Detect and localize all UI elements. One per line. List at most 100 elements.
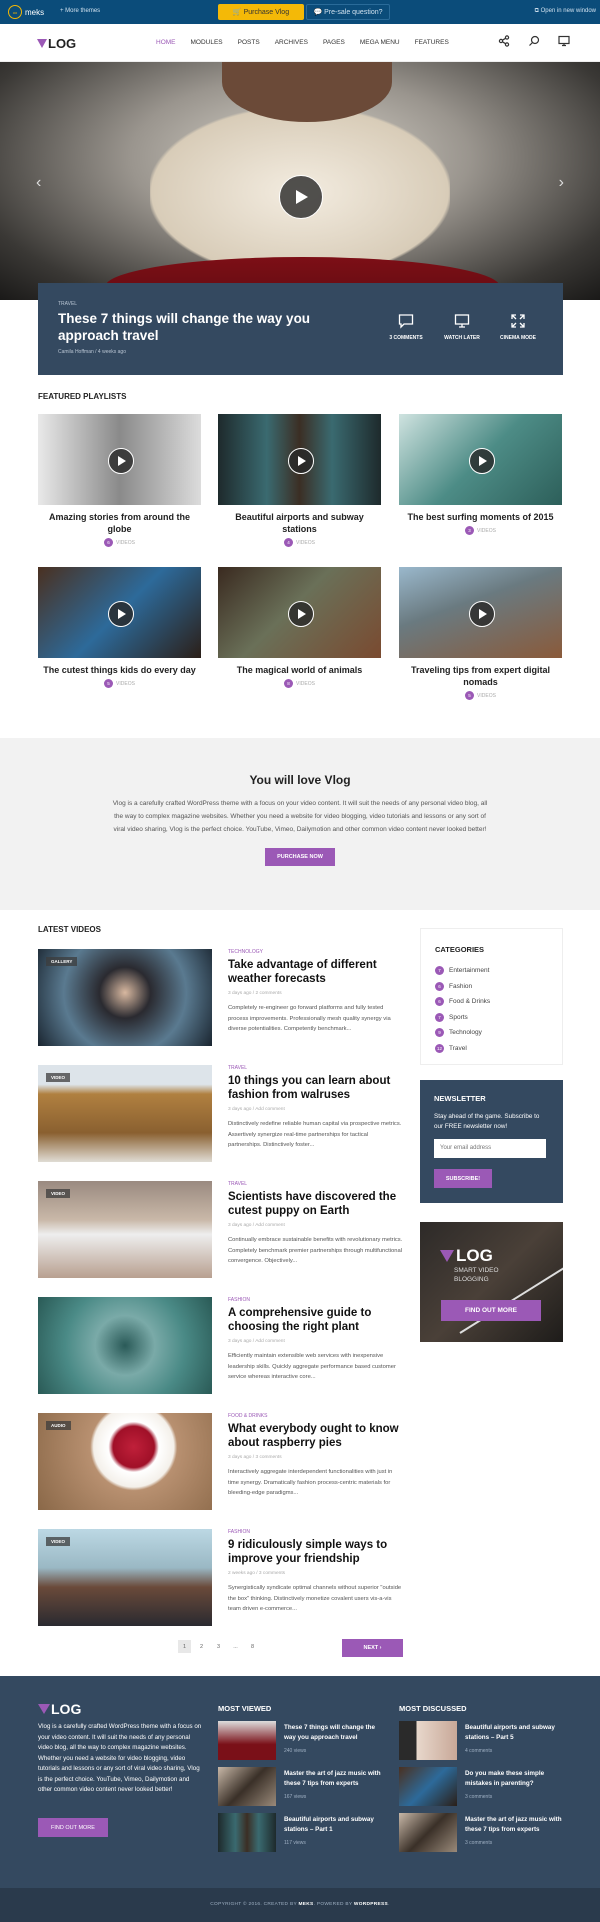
playlist-thumbnail[interactable] <box>218 414 381 505</box>
footer-post-thumbnail[interactable] <box>218 1813 276 1852</box>
playlist-title[interactable]: The magical world of animals <box>218 664 381 676</box>
play-icon[interactable] <box>469 448 495 474</box>
promo-banner[interactable]: LOG SMART VIDEO BLOGGING FIND OUT MORE <box>420 1222 563 1342</box>
footer-post-title[interactable]: Do you make these simple mistakes in par… <box>465 1769 564 1789</box>
featured-title[interactable]: These 7 things will change the way you a… <box>58 310 358 344</box>
subscribe-button[interactable]: SUBSCRIBE! <box>434 1169 492 1188</box>
footer-post-thumbnail[interactable] <box>218 1721 276 1760</box>
footer-post-title[interactable]: Beautiful airports and subway stations –… <box>284 1815 383 1835</box>
playlist-card[interactable]: Amazing stories from around the globe 6V… <box>38 414 201 547</box>
nav-posts[interactable]: POSTS <box>238 39 260 46</box>
more-themes-link[interactable]: + More themes <box>60 8 100 14</box>
playlist-card[interactable]: Traveling tips from expert digital nomad… <box>399 567 562 700</box>
share-icon[interactable] <box>498 35 510 47</box>
playlist-thumbnail[interactable] <box>399 567 562 658</box>
playlist-thumbnail[interactable] <box>399 414 562 505</box>
category-item[interactable]: 12 Travel <box>435 1041 548 1057</box>
category-item[interactable]: 9 Technology <box>435 1025 548 1041</box>
nav-mega-menu[interactable]: MEGA MENU <box>360 39 400 46</box>
play-icon[interactable] <box>469 601 495 627</box>
wordpress-link[interactable]: WORDPRESS <box>354 1902 388 1907</box>
footer-post-title[interactable]: Beautiful airports and subway stations –… <box>465 1723 564 1743</box>
footer-post-title[interactable]: These 7 things will change the way you a… <box>284 1723 383 1743</box>
post-thumbnail[interactable]: VIDEO <box>38 1065 212 1162</box>
next-page-button[interactable]: NEXT › <box>342 1639 403 1657</box>
nav-features[interactable]: FEATURES <box>415 39 449 46</box>
play-icon[interactable] <box>288 448 314 474</box>
footer-post-item[interactable]: Beautiful airports and subway stations –… <box>218 1813 383 1859</box>
footer-post-item[interactable]: Master the art of jazz music with these … <box>218 1767 383 1813</box>
find-out-more-button[interactable]: FIND OUT MORE <box>441 1300 541 1321</box>
playlist-thumbnail[interactable] <box>218 567 381 658</box>
page-2[interactable]: 2 <box>195 1640 208 1653</box>
watch-later-icon[interactable] <box>558 35 570 47</box>
playlist-title[interactable]: The cutest things kids do every day <box>38 664 201 676</box>
slider-prev-arrow-icon[interactable]: ‹ <box>36 174 41 192</box>
email-input[interactable]: Your email address <box>434 1139 546 1158</box>
post-title[interactable]: 10 things you can learn about fashion fr… <box>228 1074 403 1102</box>
play-icon[interactable] <box>108 601 134 627</box>
post-thumbnail[interactable] <box>38 1297 212 1394</box>
featured-category[interactable]: TRAVEL <box>58 301 77 307</box>
nav-pages[interactable]: PAGES <box>323 39 345 46</box>
category-item[interactable]: 7 Entertainment <box>435 963 548 979</box>
playlist-card[interactable]: The magical world of animals 8 VIDEOS <box>218 567 381 688</box>
cinema-mode-action[interactable]: CINEMA MODE <box>490 313 546 341</box>
presale-question-button[interactable]: 💬 Pre-sale question? <box>306 4 390 20</box>
footer-post-thumbnail[interactable] <box>218 1767 276 1806</box>
playlist-card[interactable]: The best surfing moments of 2015 3 VIDEOS <box>399 414 562 535</box>
post-category[interactable]: FASHION <box>228 1529 403 1535</box>
category-item[interactable]: 7 Sports <box>435 1010 548 1026</box>
page-1[interactable]: 1 <box>178 1640 191 1653</box>
post-title[interactable]: 9 ridiculously simple ways to improve yo… <box>228 1538 403 1566</box>
nav-archives[interactable]: ARCHIVES <box>275 39 308 46</box>
meks-logo[interactable]: oo meks <box>8 5 44 19</box>
footer-post-item[interactable]: Beautiful airports and subway stations –… <box>399 1721 564 1767</box>
footer-logo[interactable]: LOG <box>38 1701 81 1717</box>
slider-next-arrow-icon[interactable]: › <box>559 174 564 192</box>
page-3[interactable]: 3 <box>212 1640 225 1653</box>
footer-post-item[interactable]: Do you make these simple mistakes in par… <box>399 1767 564 1813</box>
post-category[interactable]: FASHION <box>228 1297 403 1303</box>
post-category[interactable]: TECHNOLOGY <box>228 949 403 955</box>
play-icon[interactable] <box>288 601 314 627</box>
post-thumbnail[interactable]: AUDIO <box>38 1413 212 1510</box>
nav-home[interactable]: HOME <box>156 39 176 46</box>
post-category[interactable]: TRAVEL <box>228 1181 403 1187</box>
post-category[interactable]: FOOD & DRINKS <box>228 1413 403 1419</box>
footer-post-thumbnail[interactable] <box>399 1767 457 1806</box>
playlist-card[interactable]: The cutest things kids do every day 5 VID… <box>38 567 201 688</box>
search-icon[interactable] <box>528 35 540 47</box>
post-category[interactable]: TRAVEL <box>228 1065 403 1071</box>
footer-post-item[interactable]: These 7 things will change the way you a… <box>218 1721 383 1767</box>
playlist-title[interactable]: Traveling tips from expert digital nomad… <box>399 664 562 688</box>
post-title[interactable]: A comprehensive guide to choosing the ri… <box>228 1306 403 1334</box>
footer-post-thumbnail[interactable] <box>399 1721 457 1760</box>
footer-find-out-more-button[interactable]: FIND OUT MORE <box>38 1818 108 1837</box>
playlist-thumbnail[interactable] <box>38 567 201 658</box>
play-icon[interactable] <box>108 448 134 474</box>
playlist-title[interactable]: Amazing stories from around the globe <box>38 511 201 535</box>
post-thumbnail[interactable]: GALLERY <box>38 949 212 1046</box>
nav-modules[interactable]: MODULES <box>191 39 223 46</box>
post-thumbnail[interactable]: VIDEO <box>38 1529 212 1626</box>
playlist-card[interactable]: Beautiful airports and subway stations 4… <box>218 414 381 547</box>
site-logo[interactable]: LOG <box>37 36 76 51</box>
playlist-thumbnail[interactable] <box>38 414 201 505</box>
footer-post-title[interactable]: Master the art of jazz music with these … <box>465 1815 564 1835</box>
post-title[interactable]: Scientists have discovered the cutest pu… <box>228 1190 403 1218</box>
comments-action[interactable]: 3 COMMENTS <box>378 313 434 341</box>
footer-post-thumbnail[interactable] <box>399 1813 457 1852</box>
purchase-vlog-button[interactable]: 🛒 Purchase Vlog <box>218 4 304 20</box>
category-item[interactable]: 6 Fashion <box>435 979 548 995</box>
footer-post-title[interactable]: Master the art of jazz music with these … <box>284 1769 383 1789</box>
footer-post-item[interactable]: Master the art of jazz music with these … <box>399 1813 564 1859</box>
post-title[interactable]: Take advantage of different weather fore… <box>228 958 403 986</box>
post-title[interactable]: What everybody ought to know about raspb… <box>228 1422 403 1450</box>
hero-play-button[interactable] <box>279 175 323 219</box>
playlist-title[interactable]: Beautiful airports and subway stations <box>218 511 381 535</box>
purchase-now-button[interactable]: PURCHASE NOW <box>265 848 335 866</box>
category-item[interactable]: 6 Food & Drinks <box>435 994 548 1010</box>
page-8[interactable]: 8 <box>246 1640 259 1653</box>
open-new-window-link[interactable]: ⧉ Open in new window <box>535 8 596 15</box>
